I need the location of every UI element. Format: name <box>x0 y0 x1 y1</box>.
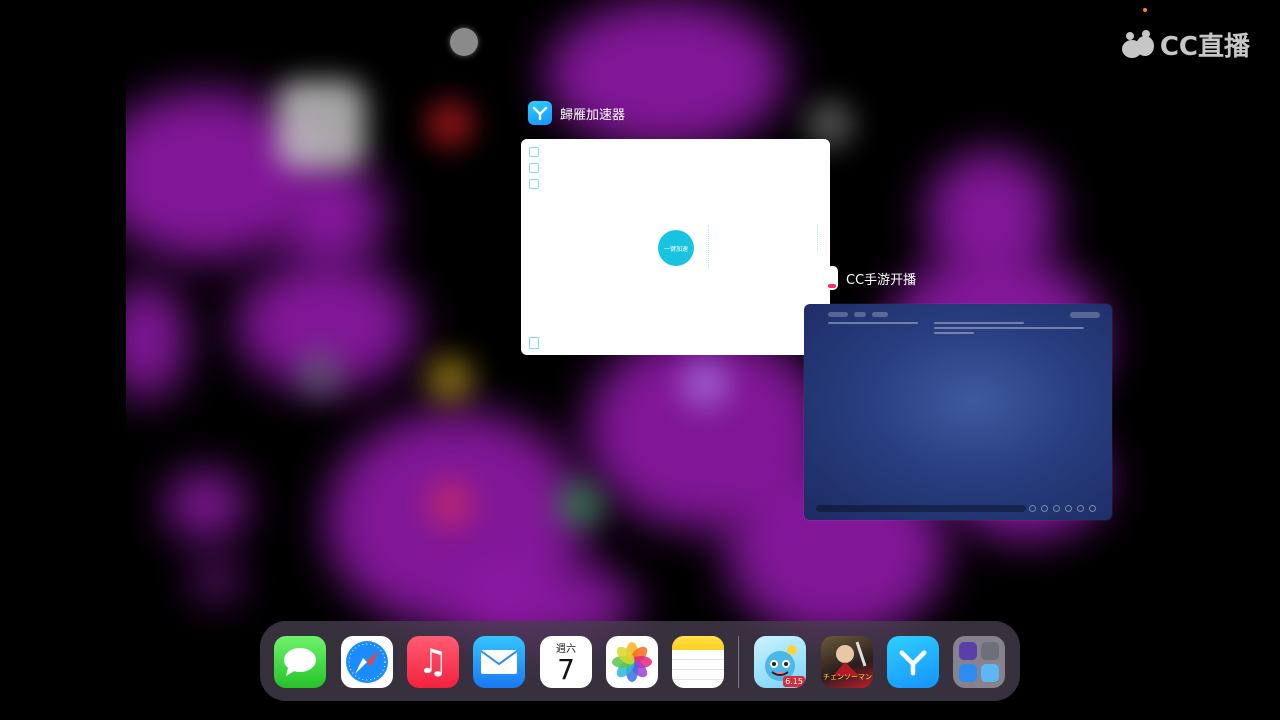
card-app-name: 歸雁加速器 <box>560 107 626 123</box>
dock-divider <box>738 636 739 688</box>
chat-input[interactable] <box>816 505 1026 512</box>
toolbar <box>828 312 888 317</box>
calendar-day: 7 <box>557 653 575 686</box>
divider-line <box>817 225 820 251</box>
cc-watermark: CC直播 <box>1121 26 1250 63</box>
card-title-accelerator[interactable]: 歸雁加速器 <box>528 101 625 125</box>
envelope-icon[interactable] <box>473 636 525 688</box>
folder-icon[interactable] <box>953 636 1005 688</box>
divider-line <box>708 225 711 269</box>
app-card-cc-live[interactable] <box>804 304 1112 520</box>
assistive-touch-button[interactable] <box>450 28 478 56</box>
top-pill <box>1070 312 1100 318</box>
sidebar-icons <box>529 147 539 195</box>
music-note-icon[interactable]: ♫ <box>407 636 459 688</box>
corner-icon <box>529 337 539 349</box>
chat-line <box>828 322 918 324</box>
compass-icon[interactable] <box>341 636 393 688</box>
chat-line <box>934 327 1084 329</box>
paw-icon <box>1121 29 1156 58</box>
cc-brand-text: CC直播 <box>1159 32 1250 62</box>
accelerator-icon[interactable] <box>887 636 939 688</box>
card-app-name: CC手游开播 <box>846 272 917 288</box>
mic-indicator <box>1143 8 1147 12</box>
flower-icon[interactable] <box>606 636 658 688</box>
update-badge: 6.15 <box>783 676 805 687</box>
cc-live-icon <box>826 266 838 290</box>
card-title-cc-live[interactable]: CC手游开播 <box>826 266 916 290</box>
chat-line <box>934 322 1024 324</box>
calendar-icon[interactable]: 週六 7 <box>540 636 592 688</box>
chat-line <box>934 332 974 334</box>
boost-button[interactable]: 一键加速 <box>658 230 694 266</box>
monster-icon[interactable]: 6.15 <box>754 636 806 688</box>
app-card-accelerator[interactable]: 一键加速 <box>521 139 830 355</box>
dock: ♫ 週六 7 6.15 チェンソーマン <box>260 621 1020 701</box>
chat-tools <box>1029 505 1096 512</box>
game-label: チェンソーマン <box>823 673 872 681</box>
warrior-icon[interactable]: チェンソーマン <box>821 636 873 688</box>
notes-icon[interactable] <box>672 636 724 688</box>
messages-icon[interactable] <box>274 636 326 688</box>
accelerator-icon <box>528 101 552 125</box>
